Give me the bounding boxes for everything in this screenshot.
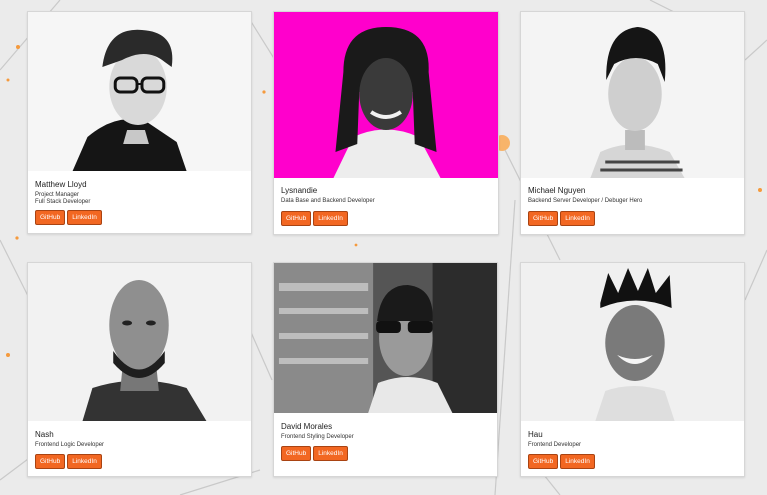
member-name: Michael Nguyen (528, 186, 586, 195)
github-button[interactable]: GitHub (281, 446, 312, 461)
linkedin-button[interactable]: LinkedIn (560, 454, 595, 469)
member-name: David Morales (281, 422, 333, 431)
linkedin-button[interactable]: LinkedIn (67, 454, 102, 469)
github-button[interactable]: GitHub (35, 454, 66, 469)
team-photo (28, 12, 251, 171)
member-name: Lysnandie (281, 186, 318, 195)
member-role: Frontend Styling Developer (281, 434, 354, 440)
member-role: Full Stack Developer (35, 199, 91, 205)
team-card: David Morales Frontend Styling Developer… (273, 262, 498, 477)
linkedin-button[interactable]: LinkedIn (313, 211, 348, 226)
github-button[interactable]: GitHub (528, 211, 559, 226)
team-photo (521, 263, 744, 421)
github-button[interactable]: GitHub (281, 211, 312, 226)
linkedin-button[interactable]: LinkedIn (67, 210, 102, 225)
github-button[interactable]: GitHub (528, 454, 559, 469)
member-role: Frontend Developer (528, 442, 582, 448)
team-photo (28, 263, 251, 421)
member-name: Hau (528, 430, 543, 439)
team-photo (521, 12, 744, 178)
member-role: Data Base and Backend Developer (281, 198, 375, 204)
team-card: Lysnandie Data Base and Backend Develope… (273, 11, 499, 235)
member-role: Frontend Logic Developer (35, 442, 105, 448)
member-name: Nash (35, 430, 54, 439)
github-button[interactable]: GitHub (35, 210, 66, 225)
member-name: Matthew Lloyd (35, 180, 87, 189)
team-card: Nash Frontend Logic Developer GitHub Lin… (27, 262, 252, 477)
linkedin-button[interactable]: LinkedIn (313, 446, 348, 461)
team-card: Michael Nguyen Backend Server Developer … (520, 11, 745, 235)
team-photo (274, 12, 498, 178)
member-role: Project Manager (35, 192, 80, 198)
team-photo (274, 263, 497, 413)
team-card: Hau Frontend Developer GitHub LinkedIn (520, 262, 745, 477)
linkedin-button[interactable]: LinkedIn (560, 211, 595, 226)
team-card: Matthew Lloyd Project Manager Full Stack… (27, 11, 252, 234)
member-role: Backend Server Developer / Debuger Hero (528, 198, 643, 204)
